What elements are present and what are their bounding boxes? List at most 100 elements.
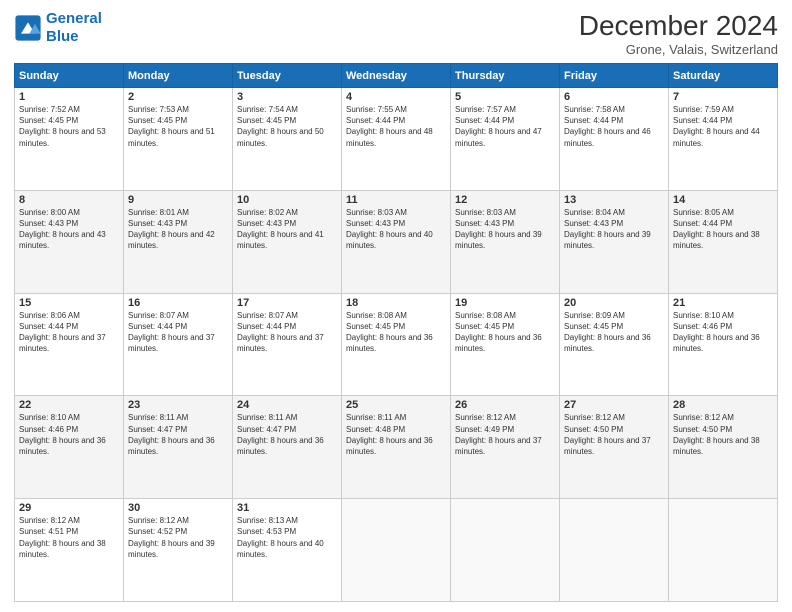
day-info: Sunrise: 8:06 AMSunset: 4:44 PMDaylight:…	[19, 310, 119, 355]
day-info: Sunrise: 7:54 AMSunset: 4:45 PMDaylight:…	[237, 104, 337, 149]
calendar-cell-week1-day7: 7Sunrise: 7:59 AMSunset: 4:44 PMDaylight…	[669, 88, 778, 191]
day-number: 13	[564, 194, 664, 206]
day-number: 23	[128, 399, 228, 411]
calendar-cell-week2-day3: 10Sunrise: 8:02 AMSunset: 4:43 PMDayligh…	[233, 190, 342, 293]
calendar-header-monday: Monday	[124, 64, 233, 88]
subtitle: Grone, Valais, Switzerland	[579, 42, 778, 57]
calendar-cell-week2-day6: 13Sunrise: 8:04 AMSunset: 4:43 PMDayligh…	[560, 190, 669, 293]
calendar-table: SundayMondayTuesdayWednesdayThursdayFrid…	[14, 63, 778, 602]
day-number: 25	[346, 399, 446, 411]
day-number: 31	[237, 502, 337, 514]
calendar-cell-week5-day6	[560, 499, 669, 602]
calendar-cell-week2-day1: 8Sunrise: 8:00 AMSunset: 4:43 PMDaylight…	[15, 190, 124, 293]
calendar-header-tuesday: Tuesday	[233, 64, 342, 88]
calendar-week-row-2: 8Sunrise: 8:00 AMSunset: 4:43 PMDaylight…	[15, 190, 778, 293]
calendar-cell-week4-day6: 27Sunrise: 8:12 AMSunset: 4:50 PMDayligh…	[560, 396, 669, 499]
day-info: Sunrise: 8:04 AMSunset: 4:43 PMDaylight:…	[564, 207, 664, 252]
calendar-cell-week1-day1: 1Sunrise: 7:52 AMSunset: 4:45 PMDaylight…	[15, 88, 124, 191]
main-title: December 2024	[579, 10, 778, 42]
day-number: 7	[673, 91, 773, 103]
day-info: Sunrise: 8:08 AMSunset: 4:45 PMDaylight:…	[346, 310, 446, 355]
day-info: Sunrise: 7:57 AMSunset: 4:44 PMDaylight:…	[455, 104, 555, 149]
day-info: Sunrise: 8:02 AMSunset: 4:43 PMDaylight:…	[237, 207, 337, 252]
day-number: 12	[455, 194, 555, 206]
day-number: 6	[564, 91, 664, 103]
calendar-cell-week4-day3: 24Sunrise: 8:11 AMSunset: 4:47 PMDayligh…	[233, 396, 342, 499]
calendar-header-friday: Friday	[560, 64, 669, 88]
calendar-header-sunday: Sunday	[15, 64, 124, 88]
day-number: 24	[237, 399, 337, 411]
day-info: Sunrise: 8:13 AMSunset: 4:53 PMDaylight:…	[237, 515, 337, 560]
day-number: 14	[673, 194, 773, 206]
day-info: Sunrise: 8:12 AMSunset: 4:52 PMDaylight:…	[128, 515, 228, 560]
calendar-cell-week3-day4: 18Sunrise: 8:08 AMSunset: 4:45 PMDayligh…	[342, 293, 451, 396]
calendar-cell-week2-day5: 12Sunrise: 8:03 AMSunset: 4:43 PMDayligh…	[451, 190, 560, 293]
calendar-cell-week4-day1: 22Sunrise: 8:10 AMSunset: 4:46 PMDayligh…	[15, 396, 124, 499]
calendar-week-row-1: 1Sunrise: 7:52 AMSunset: 4:45 PMDaylight…	[15, 88, 778, 191]
calendar-cell-week2-day7: 14Sunrise: 8:05 AMSunset: 4:44 PMDayligh…	[669, 190, 778, 293]
calendar-cell-week3-day2: 16Sunrise: 8:07 AMSunset: 4:44 PMDayligh…	[124, 293, 233, 396]
day-info: Sunrise: 7:55 AMSunset: 4:44 PMDaylight:…	[346, 104, 446, 149]
calendar-cell-week1-day6: 6Sunrise: 7:58 AMSunset: 4:44 PMDaylight…	[560, 88, 669, 191]
day-info: Sunrise: 8:12 AMSunset: 4:51 PMDaylight:…	[19, 515, 119, 560]
calendar-cell-week2-day2: 9Sunrise: 8:01 AMSunset: 4:43 PMDaylight…	[124, 190, 233, 293]
calendar-cell-week5-day3: 31Sunrise: 8:13 AMSunset: 4:53 PMDayligh…	[233, 499, 342, 602]
day-number: 28	[673, 399, 773, 411]
day-number: 19	[455, 297, 555, 309]
calendar-cell-week1-day5: 5Sunrise: 7:57 AMSunset: 4:44 PMDaylight…	[451, 88, 560, 191]
calendar-cell-week3-day3: 17Sunrise: 8:07 AMSunset: 4:44 PMDayligh…	[233, 293, 342, 396]
day-info: Sunrise: 7:59 AMSunset: 4:44 PMDaylight:…	[673, 104, 773, 149]
day-number: 17	[237, 297, 337, 309]
day-number: 16	[128, 297, 228, 309]
calendar-cell-week1-day3: 3Sunrise: 7:54 AMSunset: 4:45 PMDaylight…	[233, 88, 342, 191]
calendar-header-row: SundayMondayTuesdayWednesdayThursdayFrid…	[15, 64, 778, 88]
calendar-header-saturday: Saturday	[669, 64, 778, 88]
page: General Blue December 2024 Grone, Valais…	[0, 0, 792, 612]
day-number: 2	[128, 91, 228, 103]
day-info: Sunrise: 8:10 AMSunset: 4:46 PMDaylight:…	[19, 412, 119, 457]
calendar-cell-week4-day2: 23Sunrise: 8:11 AMSunset: 4:47 PMDayligh…	[124, 396, 233, 499]
day-number: 18	[346, 297, 446, 309]
day-info: Sunrise: 8:03 AMSunset: 4:43 PMDaylight:…	[455, 207, 555, 252]
day-number: 9	[128, 194, 228, 206]
day-info: Sunrise: 8:11 AMSunset: 4:47 PMDaylight:…	[128, 412, 228, 457]
logo-icon	[14, 14, 42, 42]
calendar-week-row-3: 15Sunrise: 8:06 AMSunset: 4:44 PMDayligh…	[15, 293, 778, 396]
logo: General Blue	[14, 10, 102, 46]
day-info: Sunrise: 7:58 AMSunset: 4:44 PMDaylight:…	[564, 104, 664, 149]
calendar-header-wednesday: Wednesday	[342, 64, 451, 88]
day-number: 5	[455, 91, 555, 103]
day-info: Sunrise: 8:12 AMSunset: 4:50 PMDaylight:…	[564, 412, 664, 457]
day-number: 1	[19, 91, 119, 103]
day-number: 26	[455, 399, 555, 411]
day-number: 8	[19, 194, 119, 206]
calendar-cell-week4-day5: 26Sunrise: 8:12 AMSunset: 4:49 PMDayligh…	[451, 396, 560, 499]
day-number: 30	[128, 502, 228, 514]
title-block: December 2024 Grone, Valais, Switzerland	[579, 10, 778, 57]
calendar-cell-week4-day7: 28Sunrise: 8:12 AMSunset: 4:50 PMDayligh…	[669, 396, 778, 499]
calendar-week-row-4: 22Sunrise: 8:10 AMSunset: 4:46 PMDayligh…	[15, 396, 778, 499]
day-info: Sunrise: 7:52 AMSunset: 4:45 PMDaylight:…	[19, 104, 119, 149]
day-number: 21	[673, 297, 773, 309]
header: General Blue December 2024 Grone, Valais…	[14, 10, 778, 57]
calendar-cell-week2-day4: 11Sunrise: 8:03 AMSunset: 4:43 PMDayligh…	[342, 190, 451, 293]
calendar-cell-week5-day2: 30Sunrise: 8:12 AMSunset: 4:52 PMDayligh…	[124, 499, 233, 602]
day-info: Sunrise: 8:11 AMSunset: 4:48 PMDaylight:…	[346, 412, 446, 457]
day-number: 20	[564, 297, 664, 309]
day-info: Sunrise: 8:09 AMSunset: 4:45 PMDaylight:…	[564, 310, 664, 355]
day-info: Sunrise: 8:12 AMSunset: 4:49 PMDaylight:…	[455, 412, 555, 457]
day-info: Sunrise: 8:07 AMSunset: 4:44 PMDaylight:…	[237, 310, 337, 355]
day-number: 10	[237, 194, 337, 206]
calendar-cell-week3-day7: 21Sunrise: 8:10 AMSunset: 4:46 PMDayligh…	[669, 293, 778, 396]
day-number: 27	[564, 399, 664, 411]
day-info: Sunrise: 8:00 AMSunset: 4:43 PMDaylight:…	[19, 207, 119, 252]
day-info: Sunrise: 8:05 AMSunset: 4:44 PMDaylight:…	[673, 207, 773, 252]
calendar-cell-week5-day5	[451, 499, 560, 602]
day-number: 11	[346, 194, 446, 206]
day-number: 29	[19, 502, 119, 514]
day-info: Sunrise: 8:07 AMSunset: 4:44 PMDaylight:…	[128, 310, 228, 355]
calendar-cell-week3-day5: 19Sunrise: 8:08 AMSunset: 4:45 PMDayligh…	[451, 293, 560, 396]
logo-text: General Blue	[46, 10, 102, 46]
day-info: Sunrise: 7:53 AMSunset: 4:45 PMDaylight:…	[128, 104, 228, 149]
calendar-cell-week5-day7	[669, 499, 778, 602]
